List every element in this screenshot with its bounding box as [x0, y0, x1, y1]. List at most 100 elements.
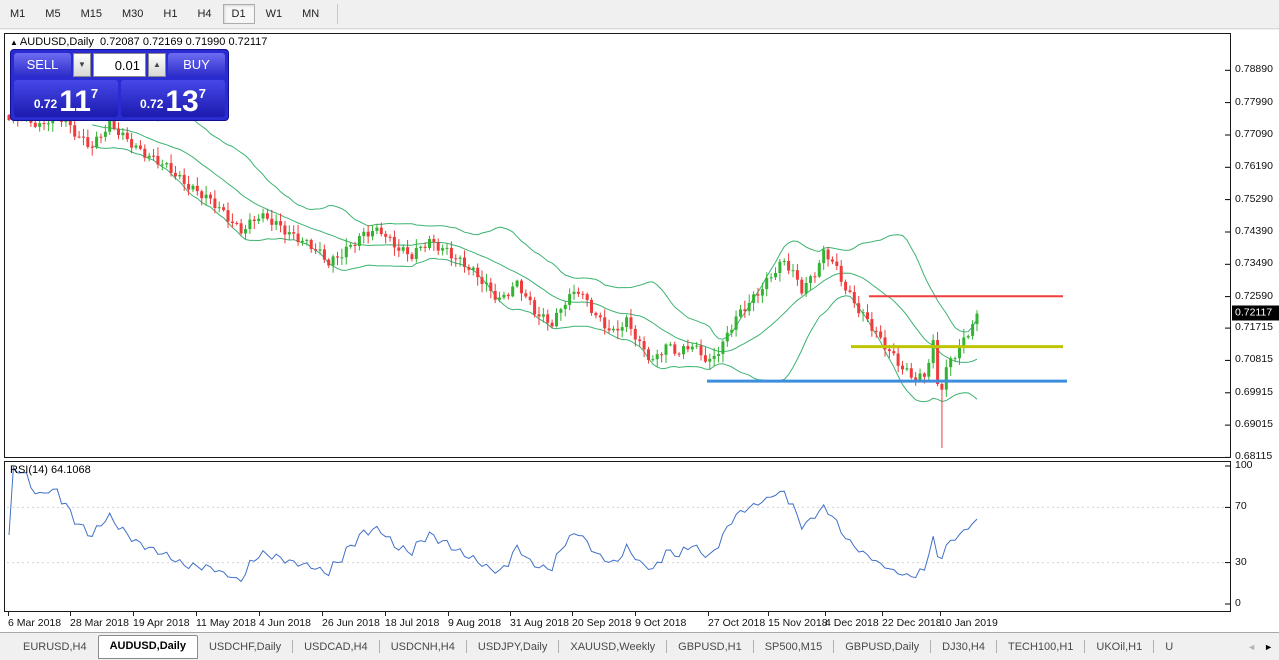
- date-axis-tick: [882, 612, 883, 616]
- date-axis-tick: [635, 612, 636, 616]
- price-axis-label: 0.72590: [1235, 289, 1273, 302]
- price-axis-label: 0.70815: [1235, 353, 1273, 366]
- date-axis-label: 10 Jan 2019: [940, 617, 998, 629]
- timeframe-button-D1[interactable]: D1: [222, 4, 255, 24]
- volume-decrease-button[interactable]: ▼: [73, 53, 91, 77]
- price-axis-label: 0.77990: [1235, 95, 1273, 108]
- date-axis-label: 4 Dec 2018: [825, 617, 879, 629]
- timeframe-button-M15[interactable]: M15: [72, 4, 111, 24]
- rsi-axis-ticks: [1225, 465, 1230, 605]
- price-axis-label: 0.69915: [1235, 385, 1273, 398]
- buy-price-base: 0.72: [140, 97, 164, 111]
- price-axis: 0.78890 0.77990 0.77090 0.76190 0.75290 0.743…: [1232, 30, 1279, 632]
- date-axis-tick: [940, 612, 941, 616]
- price-axis-ticks: [1225, 69, 1230, 457]
- chart-tab-USDJPY-Daily[interactable]: USDJPY,Daily: [467, 636, 559, 658]
- timeframe-button-MN[interactable]: MN: [293, 4, 328, 24]
- date-axis-label: 9 Aug 2018: [448, 617, 502, 629]
- candlesticks: [7, 104, 979, 448]
- chart-window: ▲ AUDUSD,Daily 0.72087 0.72169 0.71990 0.…: [0, 30, 1279, 632]
- tab-list: EURUSD,H4 AUDUSD,Daily USDCHF,Daily USDCAD,…: [12, 634, 1184, 659]
- timeframe-button-H4[interactable]: H4: [188, 4, 220, 24]
- buy-button[interactable]: BUY: [168, 53, 225, 77]
- chart-tab-USDCNH-H4[interactable]: USDCNH,H4: [380, 636, 466, 658]
- date-axis-label: 31 Aug 2018: [510, 617, 569, 629]
- chart-tab-USDCHF-Daily[interactable]: USDCHF,Daily: [198, 636, 292, 658]
- chart-tab-U[interactable]: U: [1154, 636, 1184, 658]
- rsi-canvas: [7, 465, 1230, 605]
- date-axis-tick: [510, 612, 511, 616]
- chart-tab-XAUUSD-Weekly[interactable]: XAUUSD,Weekly: [559, 636, 666, 658]
- price-axis-label: 0.75290: [1235, 192, 1273, 205]
- chart-tab-DJ30-H4[interactable]: DJ30,H4: [931, 636, 996, 658]
- date-axis-label: 18 Jul 2018: [385, 617, 440, 629]
- date-axis-tick: [8, 612, 9, 616]
- rsi-indicator-pane[interactable]: [4, 461, 1231, 612]
- timeframe-button-M1[interactable]: M1: [1, 4, 34, 24]
- tab-scroll-right-icon[interactable]: ►: [1264, 642, 1273, 652]
- date-axis-label: 4 Jun 2018: [259, 617, 311, 629]
- timeframe-button-H1[interactable]: H1: [154, 4, 186, 24]
- buy-price-display[interactable]: 0.72 13 7: [121, 80, 225, 117]
- date-axis-tick: [448, 612, 449, 616]
- sell-button[interactable]: SELL: [14, 53, 71, 77]
- date-axis-label: 27 Oct 2018: [708, 617, 766, 629]
- date-axis-label: 11 May 2018: [196, 617, 256, 629]
- chart-tab-TECH100-H1[interactable]: TECH100,H1: [997, 636, 1084, 658]
- timeframe-bar: M1 M5 M15 M30 H1 H4 D1 W1 MN: [0, 4, 329, 24]
- chart-ohlc-values: 0.72087 0.72169 0.71990 0.72117: [100, 36, 268, 48]
- price-axis-label: 0.73490: [1235, 257, 1273, 270]
- date-axis-tick: [708, 612, 709, 616]
- chart-tab-EURUSD-H4[interactable]: EURUSD,H4: [12, 636, 98, 658]
- chart-shift-marker-icon: ▲: [10, 38, 18, 47]
- buy-price-point: 7: [198, 86, 206, 101]
- date-axis-label: 6 Mar 2018: [8, 617, 62, 629]
- price-axis-label: 0.77090: [1235, 127, 1273, 140]
- chart-tab-UKOil-H1[interactable]: UKOil,H1: [1085, 636, 1153, 658]
- sell-price-display[interactable]: 0.72 11 7: [14, 80, 118, 117]
- rsi-axis-label: 0: [1235, 597, 1241, 609]
- rsi-axis-label: 70: [1235, 500, 1247, 513]
- one-click-trading-panel: SELL ▼ ▲ BUY 0.72 11 7 0.72 13 7: [10, 49, 229, 121]
- sell-price-base: 0.72: [33, 97, 58, 111]
- price-axis-label: 0.69015: [1235, 418, 1273, 431]
- chart-symbol-label: AUDUSD,Daily: [19, 36, 94, 48]
- price-axis-label: 0.71715: [1235, 321, 1273, 334]
- volume-input[interactable]: [93, 53, 146, 77]
- current-price-tag: 0.72117: [1232, 305, 1279, 321]
- toolbar-separator: [337, 4, 339, 24]
- date-axis-label: 19 Apr 2018: [133, 617, 190, 629]
- timeframe-button-W1[interactable]: W1: [257, 4, 292, 24]
- date-axis-tick: [322, 612, 323, 616]
- chart-tab-USDCAD-H4[interactable]: USDCAD,H4: [293, 636, 379, 658]
- date-axis-tick: [768, 612, 769, 616]
- chart-tab-AUDUSD-Daily[interactable]: AUDUSD,Daily: [97, 634, 198, 659]
- price-axis-label: 0.76190: [1235, 160, 1273, 173]
- date-axis-tick: [196, 612, 197, 616]
- chart-tab-GBPUSD-H1[interactable]: GBPUSD,H1: [667, 636, 753, 658]
- chart-tab-GBPUSD-Daily[interactable]: GBPUSD,Daily: [834, 636, 930, 658]
- timeframe-toolbar: M1 M5 M15 M30 H1 H4 D1 W1 MN: [0, 0, 1279, 29]
- rsi-level-lines: [7, 506, 1227, 564]
- date-axis-tick: [70, 612, 71, 616]
- rsi-axis-label: 30: [1235, 555, 1247, 568]
- date-axis-label: 22 Dec 2018: [882, 617, 942, 629]
- timeframe-button-M30[interactable]: M30: [113, 4, 152, 24]
- date-axis-label: 28 Mar 2018: [70, 617, 129, 629]
- date-axis-label: 20 Sep 2018: [572, 617, 632, 629]
- date-axis-tick: [385, 612, 386, 616]
- date-axis-tick: [133, 612, 134, 616]
- sell-price-pips: 11: [59, 85, 91, 118]
- buy-price-pips: 13: [165, 85, 199, 118]
- tab-scroll-left-icon[interactable]: ◄: [1247, 642, 1256, 652]
- volume-increase-button[interactable]: ▲: [148, 53, 166, 77]
- date-axis-label: 15 Nov 2018: [768, 617, 828, 629]
- tab-scroll-controls: ◄ ►: [1247, 642, 1273, 652]
- timeframe-button-M5[interactable]: M5: [36, 4, 69, 24]
- rsi-indicator-label: RSI(14) 64.1068: [10, 464, 91, 476]
- chart-tab-bar: EURUSD,H4 AUDUSD,Daily USDCHF,Daily USDCAD,…: [0, 632, 1279, 660]
- date-axis: 6 Mar 2018 28 Mar 2018 19 Apr 2018 11 May 2…: [4, 612, 1231, 632]
- date-axis-label: 26 Jun 2018: [322, 617, 380, 629]
- chart-tab-SP500-M15[interactable]: SP500,M15: [754, 636, 833, 658]
- date-axis-tick: [825, 612, 826, 616]
